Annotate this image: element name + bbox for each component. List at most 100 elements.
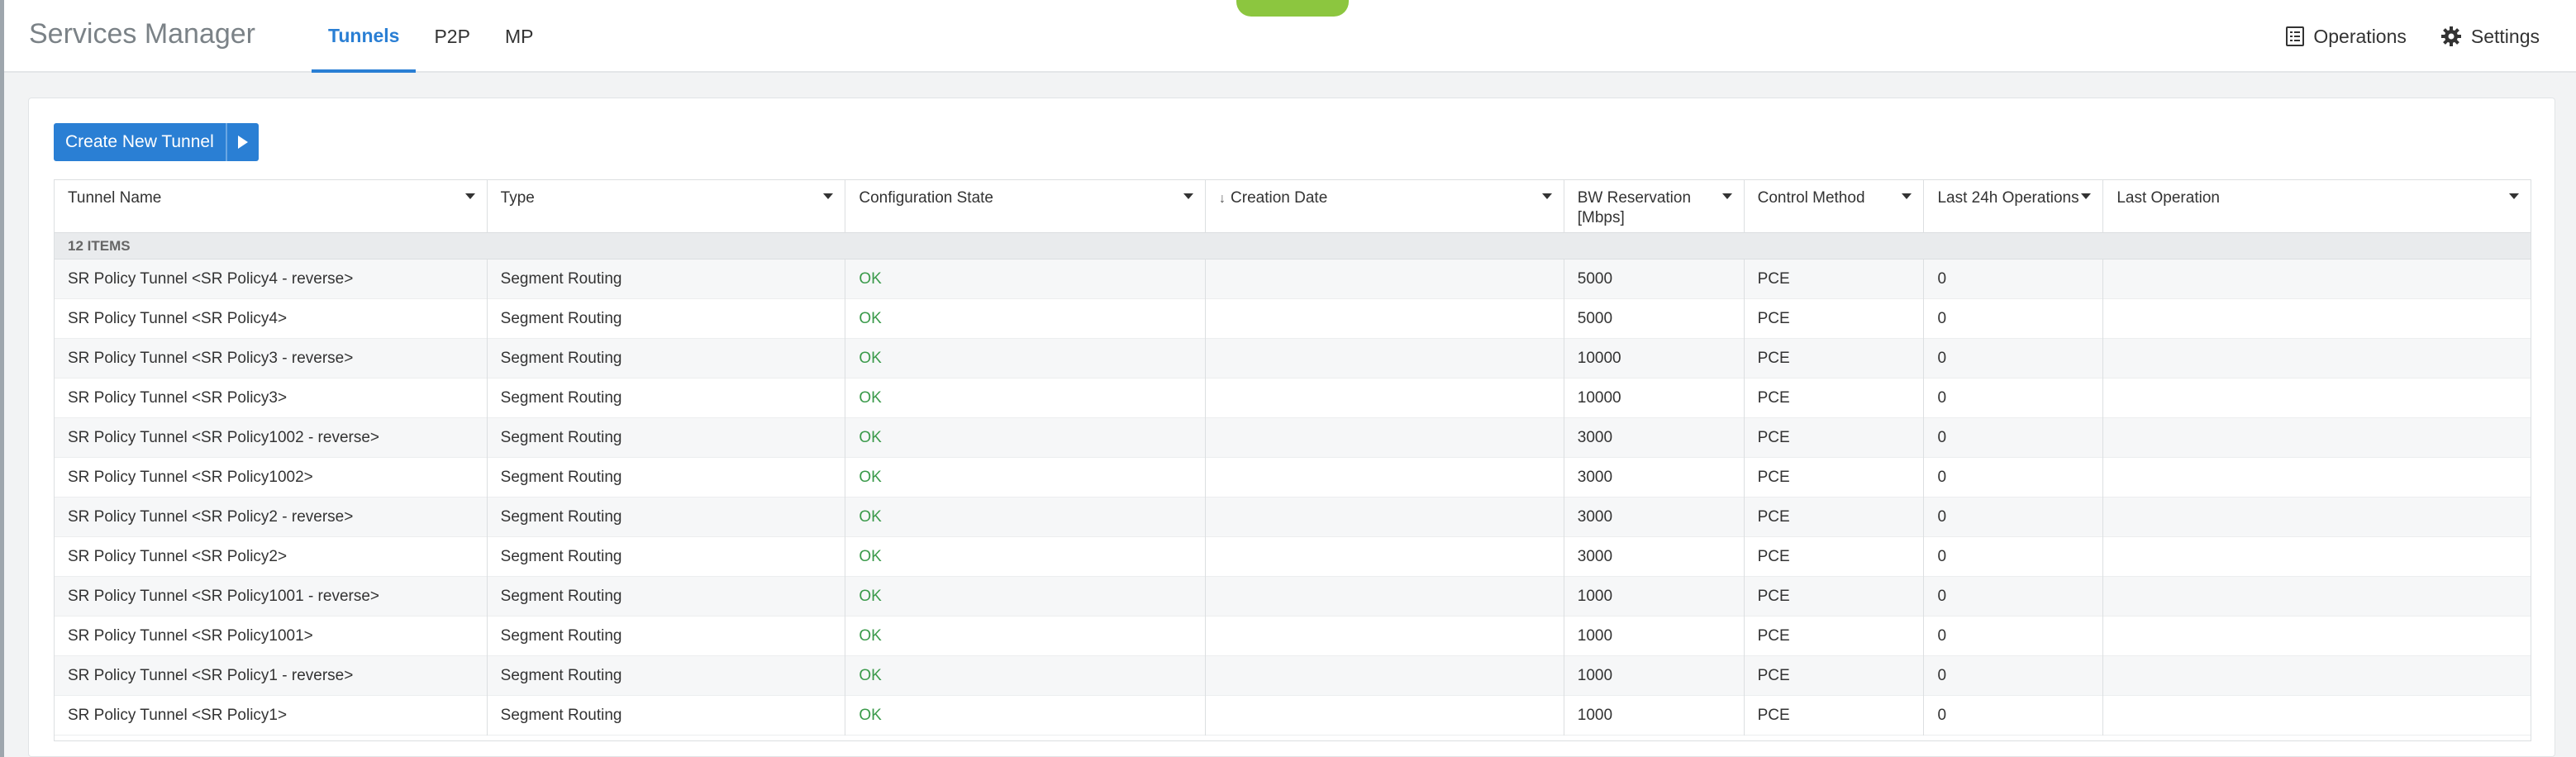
- table-row[interactable]: SR Policy Tunnel <SR Policy1002> Segment …: [55, 458, 2531, 498]
- table-row[interactable]: SR Policy Tunnel <SR Policy2> Segment Rou…: [55, 537, 2531, 577]
- cell-tunnel-name: SR Policy Tunnel <SR Policy1 - reverse>: [55, 656, 488, 696]
- cell-tunnel-name: SR Policy Tunnel <SR Policy2>: [55, 537, 488, 577]
- table-row[interactable]: SR Policy Tunnel <SR Policy3> Segment Rou…: [55, 378, 2531, 418]
- group-row: 12 ITEMS: [55, 233, 2531, 259]
- cell-control-method: PCE: [1745, 696, 1925, 736]
- cell-control-method: PCE: [1745, 339, 1925, 378]
- operations-button[interactable]: Operations: [2285, 26, 2407, 48]
- column-header-last-24h-operations[interactable]: Last 24h Operations: [1924, 180, 2104, 233]
- caret-down-icon[interactable]: [2508, 193, 2519, 199]
- header-actions: Operations Settings: [2285, 0, 2540, 73]
- cell-creation-date: [1206, 537, 1564, 577]
- cell-tunnel-name: SR Policy Tunnel <SR Policy3>: [55, 378, 488, 418]
- cell-last-operation: [2103, 656, 2531, 696]
- list-icon: [2285, 26, 2305, 47]
- caret-down-icon[interactable]: [1541, 193, 1552, 199]
- column-header-last-operation[interactable]: Last Operation: [2103, 180, 2531, 233]
- cell-configuration-state: OK: [845, 418, 1207, 458]
- table-header: Tunnel Name Type Configuration State ↓ Cr…: [55, 180, 2531, 233]
- play-triangle-icon: [237, 136, 248, 149]
- table-row[interactable]: SR Policy Tunnel <SR Policy1001 - revers…: [55, 577, 2531, 617]
- table-row[interactable]: SR Policy Tunnel <SR Policy1002 - revers…: [55, 418, 2531, 458]
- cell-configuration-state: OK: [845, 696, 1207, 736]
- cell-creation-date: [1206, 577, 1564, 617]
- cell-last-operation: [2103, 498, 2531, 537]
- cell-creation-date: [1206, 418, 1564, 458]
- cell-bw-reservation: 3000: [1564, 498, 1745, 537]
- tunnels-panel: Create New Tunnel Tunnel Name Type Confi…: [28, 98, 2555, 757]
- tab-tunnels[interactable]: Tunnels: [312, 0, 417, 73]
- cell-type: Segment Routing: [488, 299, 846, 339]
- cell-control-method: PCE: [1745, 418, 1925, 458]
- arrow-down-icon: ↓: [1219, 192, 1226, 206]
- table-row[interactable]: SR Policy Tunnel <SR Policy4 - reverse> S…: [55, 259, 2531, 299]
- create-tunnel-split-button: Create New Tunnel: [54, 123, 259, 161]
- cell-creation-date: [1206, 696, 1564, 736]
- column-header-control-method[interactable]: Control Method: [1745, 180, 1925, 233]
- cell-control-method: PCE: [1745, 577, 1925, 617]
- cell-control-method: PCE: [1745, 656, 1925, 696]
- cell-last-24h-operations: 0: [1924, 299, 2104, 339]
- column-header-configuration-state[interactable]: Configuration State: [845, 180, 1207, 233]
- table-row[interactable]: SR Policy Tunnel <SR Policy2 - reverse> S…: [55, 498, 2531, 537]
- cell-tunnel-name: SR Policy Tunnel <SR Policy1001 - revers…: [55, 577, 488, 617]
- create-tunnel-menu-button[interactable]: [226, 123, 259, 161]
- cell-creation-date: [1206, 498, 1564, 537]
- cell-last-24h-operations: 0: [1924, 259, 2104, 299]
- table-row[interactable]: SR Policy Tunnel <SR Policy4> Segment Rou…: [55, 299, 2531, 339]
- tab-mp[interactable]: MP: [488, 0, 550, 73]
- column-header-creation-date[interactable]: ↓ Creation Date: [1206, 180, 1564, 233]
- cell-type: Segment Routing: [488, 577, 846, 617]
- column-header-type[interactable]: Type: [488, 180, 846, 233]
- cell-bw-reservation: 1000: [1564, 696, 1745, 736]
- cell-last-operation: [2103, 537, 2531, 577]
- cell-last-operation: [2103, 458, 2531, 498]
- cell-type: Segment Routing: [488, 378, 846, 418]
- table-row[interactable]: SR Policy Tunnel <SR Policy1001> Segment …: [55, 617, 2531, 656]
- caret-down-icon[interactable]: [1902, 193, 1912, 199]
- column-header-tunnel-name[interactable]: Tunnel Name: [55, 180, 488, 233]
- cell-control-method: PCE: [1745, 498, 1925, 537]
- cell-configuration-state: OK: [845, 498, 1207, 537]
- column-header-bw-reservation[interactable]: BW Reservation [Mbps]: [1564, 180, 1745, 233]
- cell-bw-reservation: 10000: [1564, 378, 1745, 418]
- caret-down-icon[interactable]: [1183, 193, 1194, 199]
- table-row[interactable]: SR Policy Tunnel <SR Policy3 - reverse> S…: [55, 339, 2531, 378]
- caret-down-icon[interactable]: [2081, 193, 2092, 199]
- cell-configuration-state: OK: [845, 339, 1207, 378]
- cell-bw-reservation: 10000: [1564, 339, 1745, 378]
- caret-down-icon[interactable]: [464, 193, 475, 199]
- create-tunnel-button[interactable]: Create New Tunnel: [54, 123, 227, 161]
- caret-down-icon[interactable]: [1721, 193, 1732, 199]
- cell-creation-date: [1206, 378, 1564, 418]
- cell-creation-date: [1206, 299, 1564, 339]
- cell-last-24h-operations: 0: [1924, 458, 2104, 498]
- cell-bw-reservation: 1000: [1564, 656, 1745, 696]
- cell-configuration-state: OK: [845, 378, 1207, 418]
- cell-type: Segment Routing: [488, 537, 846, 577]
- table-row[interactable]: SR Policy Tunnel <SR Policy1> Segment Rou…: [55, 696, 2531, 736]
- cell-tunnel-name: SR Policy Tunnel <SR Policy1001>: [55, 617, 488, 656]
- main-tabs: Tunnels P2P MP: [312, 0, 551, 73]
- cell-last-operation: [2103, 259, 2531, 299]
- table-row[interactable]: SR Policy Tunnel <SR Policy1 - reverse> S…: [55, 656, 2531, 696]
- cell-last-24h-operations: 0: [1924, 498, 2104, 537]
- cell-tunnel-name: SR Policy Tunnel <SR Policy3 - reverse>: [55, 339, 488, 378]
- cell-configuration-state: OK: [845, 537, 1207, 577]
- cell-last-operation: [2103, 577, 2531, 617]
- cell-bw-reservation: 1000: [1564, 617, 1745, 656]
- cell-creation-date: [1206, 339, 1564, 378]
- tab-p2p[interactable]: P2P: [417, 0, 486, 73]
- settings-button[interactable]: Settings: [2440, 25, 2540, 48]
- caret-down-icon[interactable]: [823, 193, 834, 199]
- cell-last-operation: [2103, 418, 2531, 458]
- cell-bw-reservation: 5000: [1564, 299, 1745, 339]
- cell-configuration-state: OK: [845, 458, 1207, 498]
- cell-configuration-state: OK: [845, 259, 1207, 299]
- gear-icon: [2440, 25, 2463, 48]
- cell-type: Segment Routing: [488, 696, 846, 736]
- cell-tunnel-name: SR Policy Tunnel <SR Policy1002 - revers…: [55, 418, 488, 458]
- cell-last-operation: [2103, 339, 2531, 378]
- cell-configuration-state: OK: [845, 617, 1207, 656]
- cell-control-method: PCE: [1745, 537, 1925, 577]
